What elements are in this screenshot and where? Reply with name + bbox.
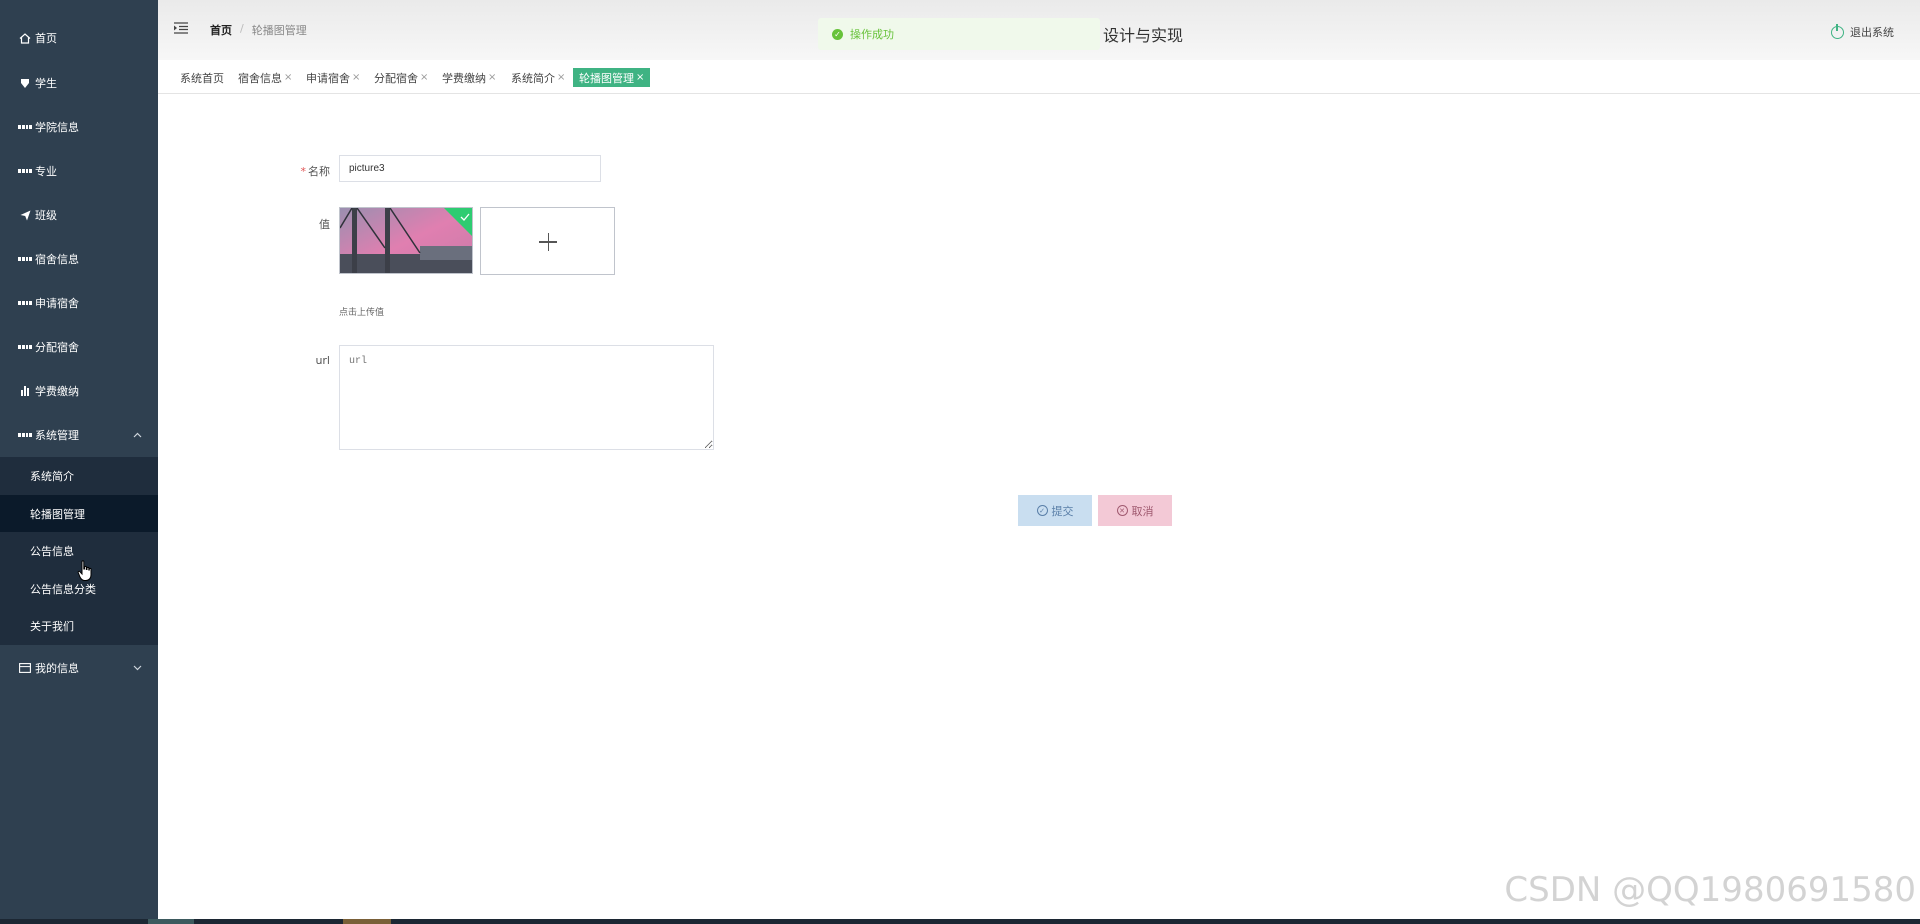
bar-chart-icon <box>18 386 32 396</box>
check-circle-icon: ✓ <box>1036 505 1048 516</box>
close-icon[interactable]: × <box>636 72 644 83</box>
hand-cursor-icon <box>77 560 92 581</box>
upload-tip: 点击上传值 <box>339 308 385 318</box>
sidebar-item-dorm-info[interactable]: 宿舍信息 <box>0 241 158 277</box>
logout-button[interactable]: 退出系统 <box>1831 23 1894 40</box>
close-icon[interactable]: × <box>284 72 292 83</box>
close-icon[interactable]: × <box>420 72 428 83</box>
tab-bar: 系统首页 宿舍信息 × 申请宿舍 × 分配宿舍 × 学费缴纳 × 系统简介 × 轮播图管理… <box>158 60 1920 94</box>
power-icon <box>1831 23 1844 39</box>
logout-label: 退出系统 <box>1850 26 1894 39</box>
sidebar-item-label: 分配宿舍 <box>35 341 79 354</box>
grid-icon <box>18 169 32 173</box>
sidebar-item-student[interactable]: 学生 <box>0 65 158 101</box>
breadcrumb: 首页 / 轮播图管理 <box>210 22 307 38</box>
tab-label: 轮播图管理 <box>579 71 634 85</box>
submenu-item-carousel[interactable]: 轮播图管理 <box>0 495 158 532</box>
breadcrumb-current: 轮播图管理 <box>251 24 307 37</box>
close-circle-icon: ✕ <box>1116 505 1128 516</box>
breadcrumb-separator: / <box>240 22 244 35</box>
top-header: 首页 / 轮播图管理 ✓ 操作成功 设计与实现 退出系统 <box>158 0 1920 60</box>
close-icon[interactable]: × <box>557 72 565 83</box>
close-icon[interactable]: × <box>488 72 496 83</box>
grid-icon <box>18 433 32 437</box>
tab-carousel-management[interactable]: 轮播图管理 × <box>573 68 651 87</box>
tab-dorm-info[interactable]: 宿舍信息 × <box>236 68 294 87</box>
name-label: * 名称 <box>270 163 331 179</box>
id-card-icon <box>18 663 32 673</box>
tab-label: 系统首页 <box>180 71 224 85</box>
send-icon <box>18 210 32 221</box>
breadcrumb-home[interactable]: 首页 <box>210 22 232 38</box>
url-label: url <box>315 354 330 367</box>
cancel-button[interactable]: ✕ 取消 <box>1098 495 1172 526</box>
menu-toggle-icon[interactable] <box>174 22 188 34</box>
system-submenu: 系统简介 轮播图管理 公告信息 公告信息分类 关于我们 <box>0 457 158 645</box>
sidebar-item-major[interactable]: 专业 <box>0 153 158 189</box>
check-circle-icon: ✓ <box>832 28 843 40</box>
sidebar-item-tuition[interactable]: 学费缴纳 <box>0 373 158 409</box>
sidebar-item-apply-dorm[interactable]: 申请宿舍 <box>0 285 158 321</box>
watermark: CSDN @QQ1980691580 <box>1504 870 1916 910</box>
bridge-photo <box>340 208 472 273</box>
cancel-label: 取消 <box>1131 504 1154 518</box>
upload-image-button[interactable] <box>480 207 615 275</box>
sidebar-item-college[interactable]: 学院信息 <box>0 109 158 145</box>
taskbar-strip <box>0 919 1920 924</box>
submit-label: 提交 <box>1051 504 1074 518</box>
sidebar-item-label: 系统管理 <box>35 429 79 442</box>
tab-assign-dorm[interactable]: 分配宿舍 × <box>372 68 430 87</box>
grid-icon <box>18 301 32 305</box>
sidebar-item-label: 宿舍信息 <box>35 253 79 266</box>
sidebar-item-assign-dorm[interactable]: 分配宿舍 <box>0 329 158 365</box>
tab-tuition[interactable]: 学费缴纳 × <box>440 68 498 87</box>
tab-system-home[interactable]: 系统首页 <box>178 68 226 87</box>
value-label: 值 <box>319 218 330 231</box>
tab-label: 系统简介 <box>511 71 555 85</box>
grid-icon <box>18 125 32 129</box>
grid-icon <box>18 257 32 261</box>
tab-apply-dorm[interactable]: 申请宿舍 × <box>304 68 362 87</box>
sidebar-item-system[interactable]: 系统管理 <box>0 417 158 453</box>
sidebar-item-class[interactable]: 班级 <box>0 197 158 233</box>
grid-icon <box>18 345 32 349</box>
home-icon <box>18 32 32 44</box>
tab-label: 分配宿舍 <box>374 71 418 85</box>
sidebar-item-label: 申请宿舍 <box>35 297 79 310</box>
toast-message: 操作成功 <box>850 28 894 41</box>
tab-system-intro[interactable]: 系统简介 × <box>509 68 567 87</box>
success-toast: ✓ 操作成功 <box>818 18 1100 50</box>
submenu-item-intro[interactable]: 系统简介 <box>0 457 158 494</box>
submit-button[interactable]: ✓ 提交 <box>1018 495 1092 526</box>
uploaded-image-thumbnail[interactable] <box>339 207 473 274</box>
name-input[interactable] <box>339 155 601 182</box>
name-label-text: 名称 <box>308 165 330 178</box>
chevron-down-icon <box>133 663 142 674</box>
chevron-up-icon <box>133 430 142 441</box>
sidebar-item-label: 学生 <box>35 77 57 90</box>
shield-icon <box>18 78 32 89</box>
sidebar-item-label: 班级 <box>35 209 57 222</box>
sidebar-item-home[interactable]: 首页 <box>0 20 158 56</box>
sidebar: 首页 学生 学院信息 专业 班级 宿舍信息 申请宿舍 分配宿舍 学费缴纳 系统管… <box>0 0 158 924</box>
system-title: 设计与实现 <box>1103 26 1184 45</box>
sidebar-item-label: 专业 <box>35 165 57 178</box>
sidebar-item-label: 学院信息 <box>35 121 79 134</box>
sidebar-item-label: 学费缴纳 <box>35 385 79 398</box>
required-mark: * <box>300 165 307 178</box>
plus-icon-stroke <box>547 233 549 251</box>
sidebar-item-my-info[interactable]: 我的信息 <box>0 650 158 686</box>
tab-label: 申请宿舍 <box>306 71 350 85</box>
sidebar-item-label: 首页 <box>35 32 57 45</box>
url-textarea[interactable] <box>339 345 714 450</box>
sidebar-item-label: 我的信息 <box>35 662 79 675</box>
close-icon[interactable]: × <box>352 72 360 83</box>
tab-label: 学费缴纳 <box>442 71 486 85</box>
tab-label: 宿舍信息 <box>238 71 282 85</box>
submenu-item-about[interactable]: 关于我们 <box>0 607 158 644</box>
